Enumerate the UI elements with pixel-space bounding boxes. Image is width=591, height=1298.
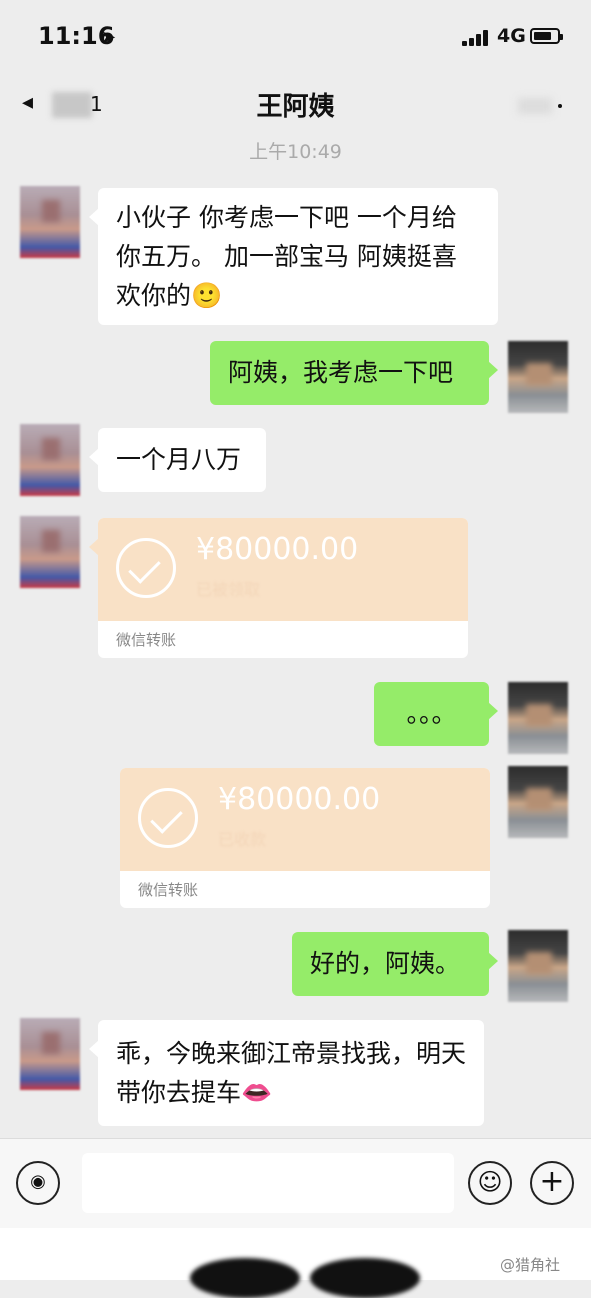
contact-avatar[interactable] bbox=[20, 1018, 80, 1090]
transfer-amount: ¥80000.00 bbox=[218, 782, 381, 817]
more-button[interactable] bbox=[518, 94, 568, 120]
nav-bar: ◂ 1 王阿姨 bbox=[0, 72, 591, 138]
transfer-card-sent[interactable]: ¥80000.00 已收款 微信转账 bbox=[120, 768, 490, 908]
voice-input-button[interactable]: ◉ bbox=[16, 1161, 60, 1205]
message-input[interactable] bbox=[82, 1153, 454, 1213]
input-bar: ◉ ☺ + bbox=[0, 1138, 591, 1229]
message-timestamp: 上午10:49 bbox=[249, 141, 342, 163]
status-bar: 11:16 ➤ 4G bbox=[0, 0, 591, 72]
more-dot-icon bbox=[558, 104, 562, 108]
contact-avatar[interactable] bbox=[20, 186, 80, 258]
message-bubble-received[interactable]: 小伙子 你考虑一下吧 一个月给你五万。 加一部宝马 阿姨挺喜欢你的🙂 bbox=[89, 188, 498, 325]
contact-avatar[interactable] bbox=[20, 424, 80, 496]
user-avatar[interactable] bbox=[508, 766, 568, 838]
network-label: 4G bbox=[497, 25, 526, 47]
user-avatar[interactable] bbox=[508, 682, 568, 754]
message-text: 阿姨，我考虑一下吧 bbox=[228, 358, 454, 387]
signal-icon bbox=[462, 30, 492, 46]
chat-title: 王阿姨 bbox=[256, 92, 335, 122]
transfer-label: 微信转账 bbox=[116, 631, 177, 649]
message-bubble-sent[interactable]: 。。。 bbox=[374, 682, 498, 746]
location-arrow-icon: ➤ bbox=[101, 27, 117, 48]
voice-icon: ◉ bbox=[30, 1171, 46, 1192]
blurred-more-label bbox=[518, 98, 552, 114]
more-actions-button[interactable]: + bbox=[530, 1161, 574, 1205]
transfer-label: 微信转账 bbox=[138, 881, 199, 899]
contact-avatar[interactable] bbox=[20, 516, 80, 588]
bottom-area: @猎角社 bbox=[0, 1228, 591, 1298]
watermark: @猎角社 bbox=[500, 1256, 561, 1274]
transfer-amount: ¥80000.00 bbox=[196, 532, 359, 567]
plus-icon: + bbox=[539, 1164, 565, 1199]
user-avatar[interactable] bbox=[508, 341, 568, 413]
transfer-status: 已被领取 bbox=[196, 580, 261, 599]
transfer-card-top: ¥80000.00 已被领取 bbox=[98, 518, 468, 621]
message-text: 一个月八万 bbox=[116, 445, 242, 474]
message-bubble-sent[interactable]: 阿姨，我考虑一下吧 bbox=[210, 341, 498, 405]
message-bubble-received[interactable]: 一个月八万 bbox=[89, 428, 266, 492]
transfer-card-top: ¥80000.00 已收款 bbox=[120, 768, 490, 871]
message-text: 乖，今晚来御江帝景找我，明天带你去提车👄 bbox=[116, 1039, 467, 1107]
bottom-blob bbox=[310, 1258, 420, 1298]
transfer-status: 已收款 bbox=[218, 830, 267, 849]
message-bubble-received[interactable]: 乖，今晚来御江帝景找我，明天带你去提车👄 bbox=[89, 1020, 484, 1126]
transfer-card-received[interactable]: ¥80000.00 已被领取 微信转账 bbox=[89, 518, 468, 658]
message-text: 好的，阿姨。 bbox=[310, 949, 461, 978]
check-circle-icon bbox=[116, 538, 176, 598]
bottom-blob bbox=[190, 1258, 300, 1298]
message-text: 小伙子 你考虑一下吧 一个月给你五万。 加一部宝马 阿姨挺喜欢你的🙂 bbox=[116, 203, 457, 310]
emoji-button[interactable]: ☺ bbox=[468, 1161, 512, 1205]
check-circle-icon bbox=[138, 788, 198, 848]
message-text: 。。。 bbox=[406, 699, 457, 728]
message-bubble-sent[interactable]: 好的，阿姨。 bbox=[292, 932, 498, 996]
user-avatar[interactable] bbox=[508, 930, 568, 1002]
battery-icon bbox=[530, 28, 563, 44]
smiley-icon: ☺ bbox=[477, 1168, 503, 1196]
